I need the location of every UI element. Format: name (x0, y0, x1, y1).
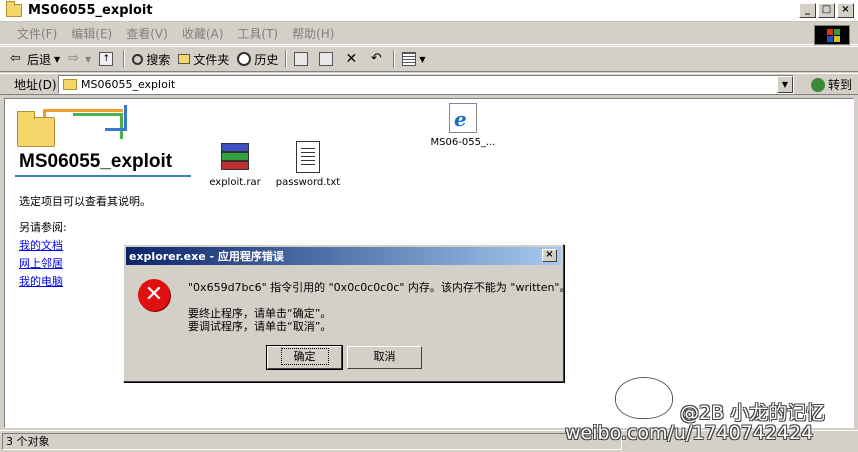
up-folder-icon: ↑ (99, 52, 114, 66)
close-button[interactable]: × (837, 3, 854, 18)
go-label: 转到 (827, 78, 852, 92)
address-input[interactable]: MS06055_exploit ▼ (58, 75, 794, 94)
winrar-icon (219, 141, 251, 173)
watermark-url: weibo.com/u/1740742424 (565, 422, 814, 444)
link-my-documents[interactable]: 我的文档 (19, 237, 63, 253)
chevron-down-icon: ▼ (85, 54, 92, 64)
window-title: MS06055_exploit (28, 3, 153, 18)
delete-x-icon: ✕ (345, 51, 358, 67)
menu-favorites[interactable]: 收藏(A) (175, 25, 231, 42)
search-icon (132, 53, 144, 65)
panel-title: MS06055_exploit (19, 151, 173, 172)
address-value: MS06055_exploit (81, 78, 176, 91)
title-bar: MS06055_exploit _ □ × (0, 0, 858, 22)
copy-to-icon (319, 52, 334, 66)
undo-icon: ↶ (370, 51, 382, 66)
search-button[interactable]: 搜索 (128, 48, 174, 70)
toolbar: ⇦ 后退 ▼ ⇨ ▼ ↑ 搜索 文件夹 历史 ✕ ↶ ▼ (0, 46, 858, 72)
file-name: MS06-055_... (430, 137, 496, 148)
ok-button[interactable]: 确定 (266, 345, 343, 370)
maximize-button[interactable]: □ (818, 3, 835, 18)
dialog-title: explorer.exe - 应用程序错误 (126, 247, 561, 265)
menu-edit[interactable]: 编辑(E) (64, 25, 119, 42)
go-button[interactable]: 转到 (810, 76, 852, 93)
address-bar: 地址(D) MS06055_exploit ▼ 转到 (0, 73, 858, 95)
window-controls: _ □ × (799, 3, 854, 18)
undo-button[interactable]: ↶ (365, 48, 390, 70)
menu-help[interactable]: 帮助(H) (285, 25, 341, 42)
debug-hint: 要调试程序，请单击“取消”。 (188, 320, 332, 333)
move-to-icon (294, 52, 309, 66)
error-x-icon: ✕ (138, 279, 170, 311)
large-folder-icon (17, 111, 55, 147)
see-also-label: 另请参阅: (19, 221, 67, 234)
status-text: 3 个对象 (2, 433, 622, 450)
menu-view[interactable]: 查看(V) (119, 25, 175, 42)
file-name: password.txt (275, 177, 341, 188)
panel-hint: 选定项目可以查看其说明。 (19, 195, 151, 208)
copy-to-button[interactable] (315, 48, 340, 70)
banner-decoration (105, 105, 127, 131)
cancel-button[interactable]: 取消 (347, 346, 422, 369)
views-grid-icon (402, 52, 417, 66)
up-folder-button[interactable]: ↑ (95, 48, 120, 70)
move-to-button[interactable] (290, 48, 315, 70)
folder-icon (63, 79, 77, 90)
folders-button[interactable]: 文件夹 (174, 48, 233, 70)
delete-button[interactable]: ✕ (340, 48, 365, 70)
toolbar-separator (393, 50, 396, 68)
back-label: 后退 (27, 52, 52, 67)
file-item-exploit-rar[interactable]: exploit.rar (205, 141, 265, 188)
address-dropdown-button[interactable]: ▼ (777, 76, 793, 93)
history-label: 历史 (254, 52, 279, 67)
forward-arrow-icon: ⇨ (68, 51, 80, 66)
go-arrow-icon (810, 77, 825, 92)
toolbar-separator (123, 50, 126, 68)
toolbar-separator (285, 50, 288, 68)
history-button[interactable]: 历史 (233, 48, 282, 70)
title-divider (15, 175, 191, 177)
history-clock-icon (237, 52, 252, 66)
weibo-logo-icon (616, 378, 672, 418)
file-name: exploit.rar (209, 177, 261, 188)
windows-logo-icon (814, 25, 850, 45)
error-message: "0x659d7bc6" 指令引用的 "0x0c0c0c0c" 内存。该内存不能… (188, 281, 571, 294)
file-item-password-txt[interactable]: password.txt (273, 141, 343, 188)
link-network-places[interactable]: 网上邻居 (19, 255, 63, 271)
chevron-down-icon: ▼ (54, 54, 61, 64)
address-label: 地址(D) (14, 77, 57, 92)
back-arrow-icon: ⇦ (10, 51, 21, 66)
folder-icon (6, 1, 22, 17)
dialog-close-button[interactable]: × (542, 249, 557, 262)
ie-html-icon: e (449, 103, 477, 133)
text-file-icon (296, 141, 320, 173)
forward-button[interactable]: ⇨ ▼ (64, 48, 95, 70)
views-button[interactable]: ▼ (398, 48, 429, 70)
folders-label: 文件夹 (193, 52, 230, 67)
menu-file[interactable]: 文件(F) (10, 25, 64, 42)
menu-bar: 文件(F) 编辑(E) 查看(V) 收藏(A) 工具(T) 帮助(H) (0, 23, 858, 45)
watermark-handle: @2B 小龙的记忆 (680, 402, 826, 424)
ok-label: 确定 (280, 348, 329, 365)
search-label: 搜索 (146, 52, 171, 67)
link-my-computer[interactable]: 我的电脑 (19, 273, 63, 289)
menu-tools[interactable]: 工具(T) (230, 25, 285, 42)
file-item-ms06-055[interactable]: e MS06-055_... (423, 103, 503, 148)
back-button[interactable]: ⇦ 后退 ▼ (6, 48, 64, 70)
minimize-button[interactable]: _ (799, 3, 816, 18)
chevron-down-icon: ▼ (419, 54, 426, 64)
folders-icon (178, 54, 191, 64)
error-dialog: explorer.exe - 应用程序错误 × ✕ "0x659d7bc6" 指… (123, 244, 571, 382)
